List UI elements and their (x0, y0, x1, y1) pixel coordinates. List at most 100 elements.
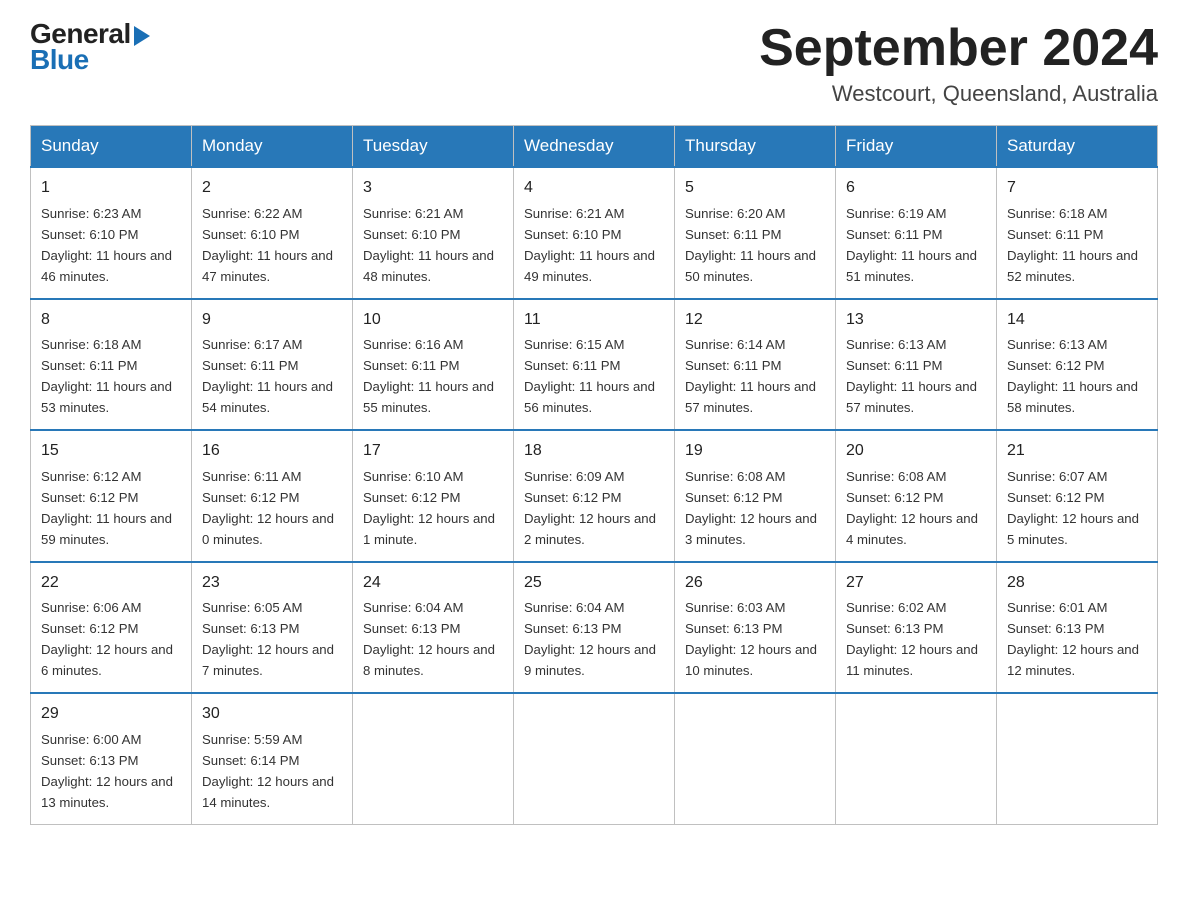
day-number: 3 (363, 176, 503, 201)
day-number: 5 (685, 176, 825, 201)
calendar-cell: 24Sunrise: 6:04 AMSunset: 6:13 PMDayligh… (353, 562, 514, 693)
day-number: 1 (41, 176, 181, 201)
day-info: Sunrise: 6:06 AMSunset: 6:12 PMDaylight:… (41, 600, 173, 678)
calendar-cell: 29 Sunrise: 6:00 AMSunset: 6:13 PMDayligh… (31, 693, 192, 824)
calendar-cell: 2Sunrise: 6:22 AMSunset: 6:10 PMDaylight… (192, 167, 353, 298)
calendar-cell: 14Sunrise: 6:13 AMSunset: 6:12 PMDayligh… (997, 299, 1158, 430)
calendar-cell: 16 Sunrise: 6:11 AMSunset: 6:12 PMDayligh… (192, 430, 353, 561)
day-info: Sunrise: 6:16 AMSunset: 6:11 PMDaylight:… (363, 337, 494, 415)
calendar-cell: 30 Sunrise: 5:59 AMSunset: 6:14 PMDayligh… (192, 693, 353, 824)
day-info: Sunrise: 6:00 AMSunset: 6:13 PMDaylight:… (41, 732, 173, 810)
day-info: Sunrise: 6:08 AMSunset: 6:12 PMDaylight:… (685, 469, 817, 547)
calendar-cell: 20 Sunrise: 6:08 AMSunset: 6:12 PMDayligh… (836, 430, 997, 561)
calendar-cell (836, 693, 997, 824)
day-info: Sunrise: 6:03 AMSunset: 6:13 PMDaylight:… (685, 600, 817, 678)
calendar-cell: 25Sunrise: 6:04 AMSunset: 6:13 PMDayligh… (514, 562, 675, 693)
calendar-header-tuesday: Tuesday (353, 126, 514, 168)
day-info: Sunrise: 6:20 AMSunset: 6:11 PMDaylight:… (685, 206, 816, 284)
calendar-week-row: 8Sunrise: 6:18 AMSunset: 6:11 PMDaylight… (31, 299, 1158, 430)
calendar-cell: 9 Sunrise: 6:17 AMSunset: 6:11 PMDaylight… (192, 299, 353, 430)
day-info: Sunrise: 6:14 AMSunset: 6:11 PMDaylight:… (685, 337, 816, 415)
day-number: 19 (685, 439, 825, 464)
day-info: Sunrise: 6:10 AMSunset: 6:12 PMDaylight:… (363, 469, 495, 547)
page-header: General Blue September 2024 Westcourt, Q… (30, 20, 1158, 107)
day-info: Sunrise: 6:01 AMSunset: 6:13 PMDaylight:… (1007, 600, 1139, 678)
calendar-cell: 27 Sunrise: 6:02 AMSunset: 6:13 PMDayligh… (836, 562, 997, 693)
day-number: 28 (1007, 571, 1147, 596)
day-number: 23 (202, 571, 342, 596)
day-info: Sunrise: 6:07 AMSunset: 6:12 PMDaylight:… (1007, 469, 1139, 547)
day-number: 4 (524, 176, 664, 201)
calendar-cell: 4Sunrise: 6:21 AMSunset: 6:10 PMDaylight… (514, 167, 675, 298)
day-info: Sunrise: 6:09 AMSunset: 6:12 PMDaylight:… (524, 469, 656, 547)
day-info: Sunrise: 5:59 AMSunset: 6:14 PMDaylight:… (202, 732, 334, 810)
day-number: 6 (846, 176, 986, 201)
day-info: Sunrise: 6:05 AMSunset: 6:13 PMDaylight:… (202, 600, 334, 678)
day-number: 15 (41, 439, 181, 464)
day-info: Sunrise: 6:08 AMSunset: 6:12 PMDaylight:… (846, 469, 978, 547)
calendar-cell: 13 Sunrise: 6:13 AMSunset: 6:11 PMDayligh… (836, 299, 997, 430)
main-title: September 2024 (759, 20, 1158, 77)
day-number: 24 (363, 571, 503, 596)
day-info: Sunrise: 6:23 AMSunset: 6:10 PMDaylight:… (41, 206, 172, 284)
calendar-cell: 28 Sunrise: 6:01 AMSunset: 6:13 PMDayligh… (997, 562, 1158, 693)
calendar-cell: 1 Sunrise: 6:23 AMSunset: 6:10 PMDaylight… (31, 167, 192, 298)
calendar-cell: 8Sunrise: 6:18 AMSunset: 6:11 PMDaylight… (31, 299, 192, 430)
calendar-header-saturday: Saturday (997, 126, 1158, 168)
calendar-header-thursday: Thursday (675, 126, 836, 168)
calendar-cell: 19 Sunrise: 6:08 AMSunset: 6:12 PMDayligh… (675, 430, 836, 561)
day-info: Sunrise: 6:13 AMSunset: 6:12 PMDaylight:… (1007, 337, 1138, 415)
calendar-cell: 26 Sunrise: 6:03 AMSunset: 6:13 PMDayligh… (675, 562, 836, 693)
calendar-cell: 7 Sunrise: 6:18 AMSunset: 6:11 PMDaylight… (997, 167, 1158, 298)
day-info: Sunrise: 6:19 AMSunset: 6:11 PMDaylight:… (846, 206, 977, 284)
calendar-header-monday: Monday (192, 126, 353, 168)
calendar-cell: 15 Sunrise: 6:12 AMSunset: 6:12 PMDayligh… (31, 430, 192, 561)
logo-arrow-icon (134, 26, 150, 46)
day-number: 29 (41, 702, 181, 727)
day-number: 16 (202, 439, 342, 464)
day-info: Sunrise: 6:15 AMSunset: 6:11 PMDaylight:… (524, 337, 655, 415)
calendar-cell (675, 693, 836, 824)
day-info: Sunrise: 6:22 AMSunset: 6:10 PMDaylight:… (202, 206, 333, 284)
day-number: 27 (846, 571, 986, 596)
calendar-week-row: 22 Sunrise: 6:06 AMSunset: 6:12 PMDayligh… (31, 562, 1158, 693)
day-number: 13 (846, 308, 986, 333)
day-number: 9 (202, 308, 342, 333)
calendar-header-sunday: Sunday (31, 126, 192, 168)
day-number: 20 (846, 439, 986, 464)
day-number: 26 (685, 571, 825, 596)
calendar-cell: 3 Sunrise: 6:21 AMSunset: 6:10 PMDaylight… (353, 167, 514, 298)
calendar-cell: 18 Sunrise: 6:09 AMSunset: 6:12 PMDayligh… (514, 430, 675, 561)
day-info: Sunrise: 6:11 AMSunset: 6:12 PMDaylight:… (202, 469, 334, 547)
calendar-cell: 12Sunrise: 6:14 AMSunset: 6:11 PMDayligh… (675, 299, 836, 430)
day-info: Sunrise: 6:21 AMSunset: 6:10 PMDaylight:… (363, 206, 494, 284)
day-number: 30 (202, 702, 342, 727)
day-info: Sunrise: 6:13 AMSunset: 6:11 PMDaylight:… (846, 337, 977, 415)
calendar-cell: 22 Sunrise: 6:06 AMSunset: 6:12 PMDayligh… (31, 562, 192, 693)
day-info: Sunrise: 6:17 AMSunset: 6:11 PMDaylight:… (202, 337, 333, 415)
logo-blue-text: Blue (30, 44, 89, 76)
day-info: Sunrise: 6:02 AMSunset: 6:13 PMDaylight:… (846, 600, 978, 678)
calendar-cell: 5 Sunrise: 6:20 AMSunset: 6:11 PMDaylight… (675, 167, 836, 298)
day-number: 18 (524, 439, 664, 464)
day-number: 10 (363, 308, 503, 333)
title-area: September 2024 Westcourt, Queensland, Au… (759, 20, 1158, 107)
day-info: Sunrise: 6:04 AMSunset: 6:13 PMDaylight:… (524, 600, 656, 678)
logo: General Blue (30, 20, 150, 76)
day-number: 11 (524, 308, 664, 333)
day-number: 21 (1007, 439, 1147, 464)
calendar-cell (997, 693, 1158, 824)
calendar-cell: 21 Sunrise: 6:07 AMSunset: 6:12 PMDayligh… (997, 430, 1158, 561)
day-number: 8 (41, 308, 181, 333)
day-info: Sunrise: 6:12 AMSunset: 6:12 PMDaylight:… (41, 469, 172, 547)
day-number: 17 (363, 439, 503, 464)
calendar-cell: 17 Sunrise: 6:10 AMSunset: 6:12 PMDayligh… (353, 430, 514, 561)
subtitle: Westcourt, Queensland, Australia (759, 81, 1158, 107)
day-number: 7 (1007, 176, 1147, 201)
calendar-header-friday: Friday (836, 126, 997, 168)
calendar-cell: 23 Sunrise: 6:05 AMSunset: 6:13 PMDayligh… (192, 562, 353, 693)
calendar-cell (353, 693, 514, 824)
day-number: 22 (41, 571, 181, 596)
calendar-cell: 6 Sunrise: 6:19 AMSunset: 6:11 PMDaylight… (836, 167, 997, 298)
day-info: Sunrise: 6:18 AMSunset: 6:11 PMDaylight:… (1007, 206, 1138, 284)
